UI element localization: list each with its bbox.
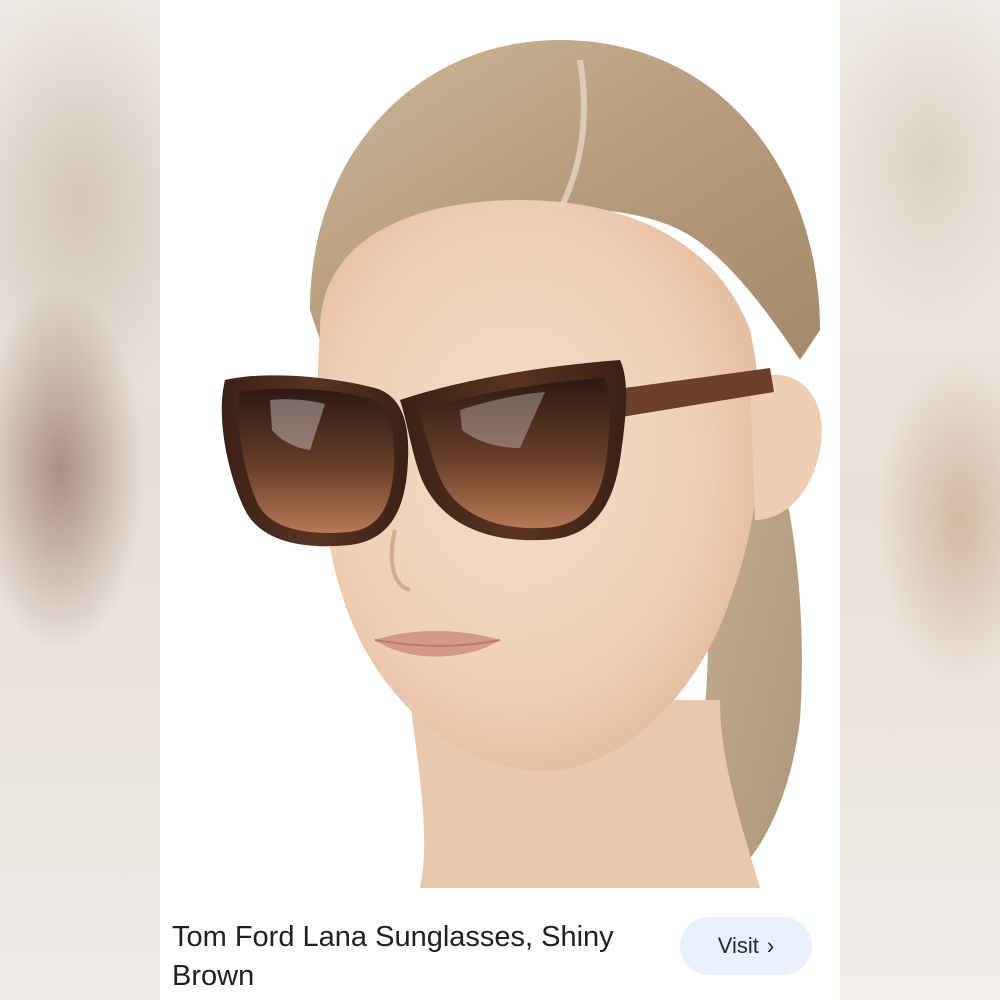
- product-title[interactable]: Tom Ford Lana Sunglasses, Shiny Brown: [172, 918, 642, 996]
- product-caption: Tom Ford Lana Sunglasses, Shiny Brown Vi…: [160, 888, 840, 1000]
- model-wearing-sunglasses-illustration: [221, 40, 822, 888]
- visit-button[interactable]: Visit ›: [680, 917, 812, 975]
- product-image[interactable]: [160, 0, 840, 888]
- product-card[interactable]: Tom Ford Lana Sunglasses, Shiny Brown Vi…: [160, 0, 840, 1000]
- blurred-backdrop-left: [0, 0, 165, 1000]
- visit-button-label: Visit: [717, 933, 759, 958]
- chevron-right-icon: ›: [766, 931, 775, 960]
- blurred-backdrop-right: [840, 0, 1000, 1000]
